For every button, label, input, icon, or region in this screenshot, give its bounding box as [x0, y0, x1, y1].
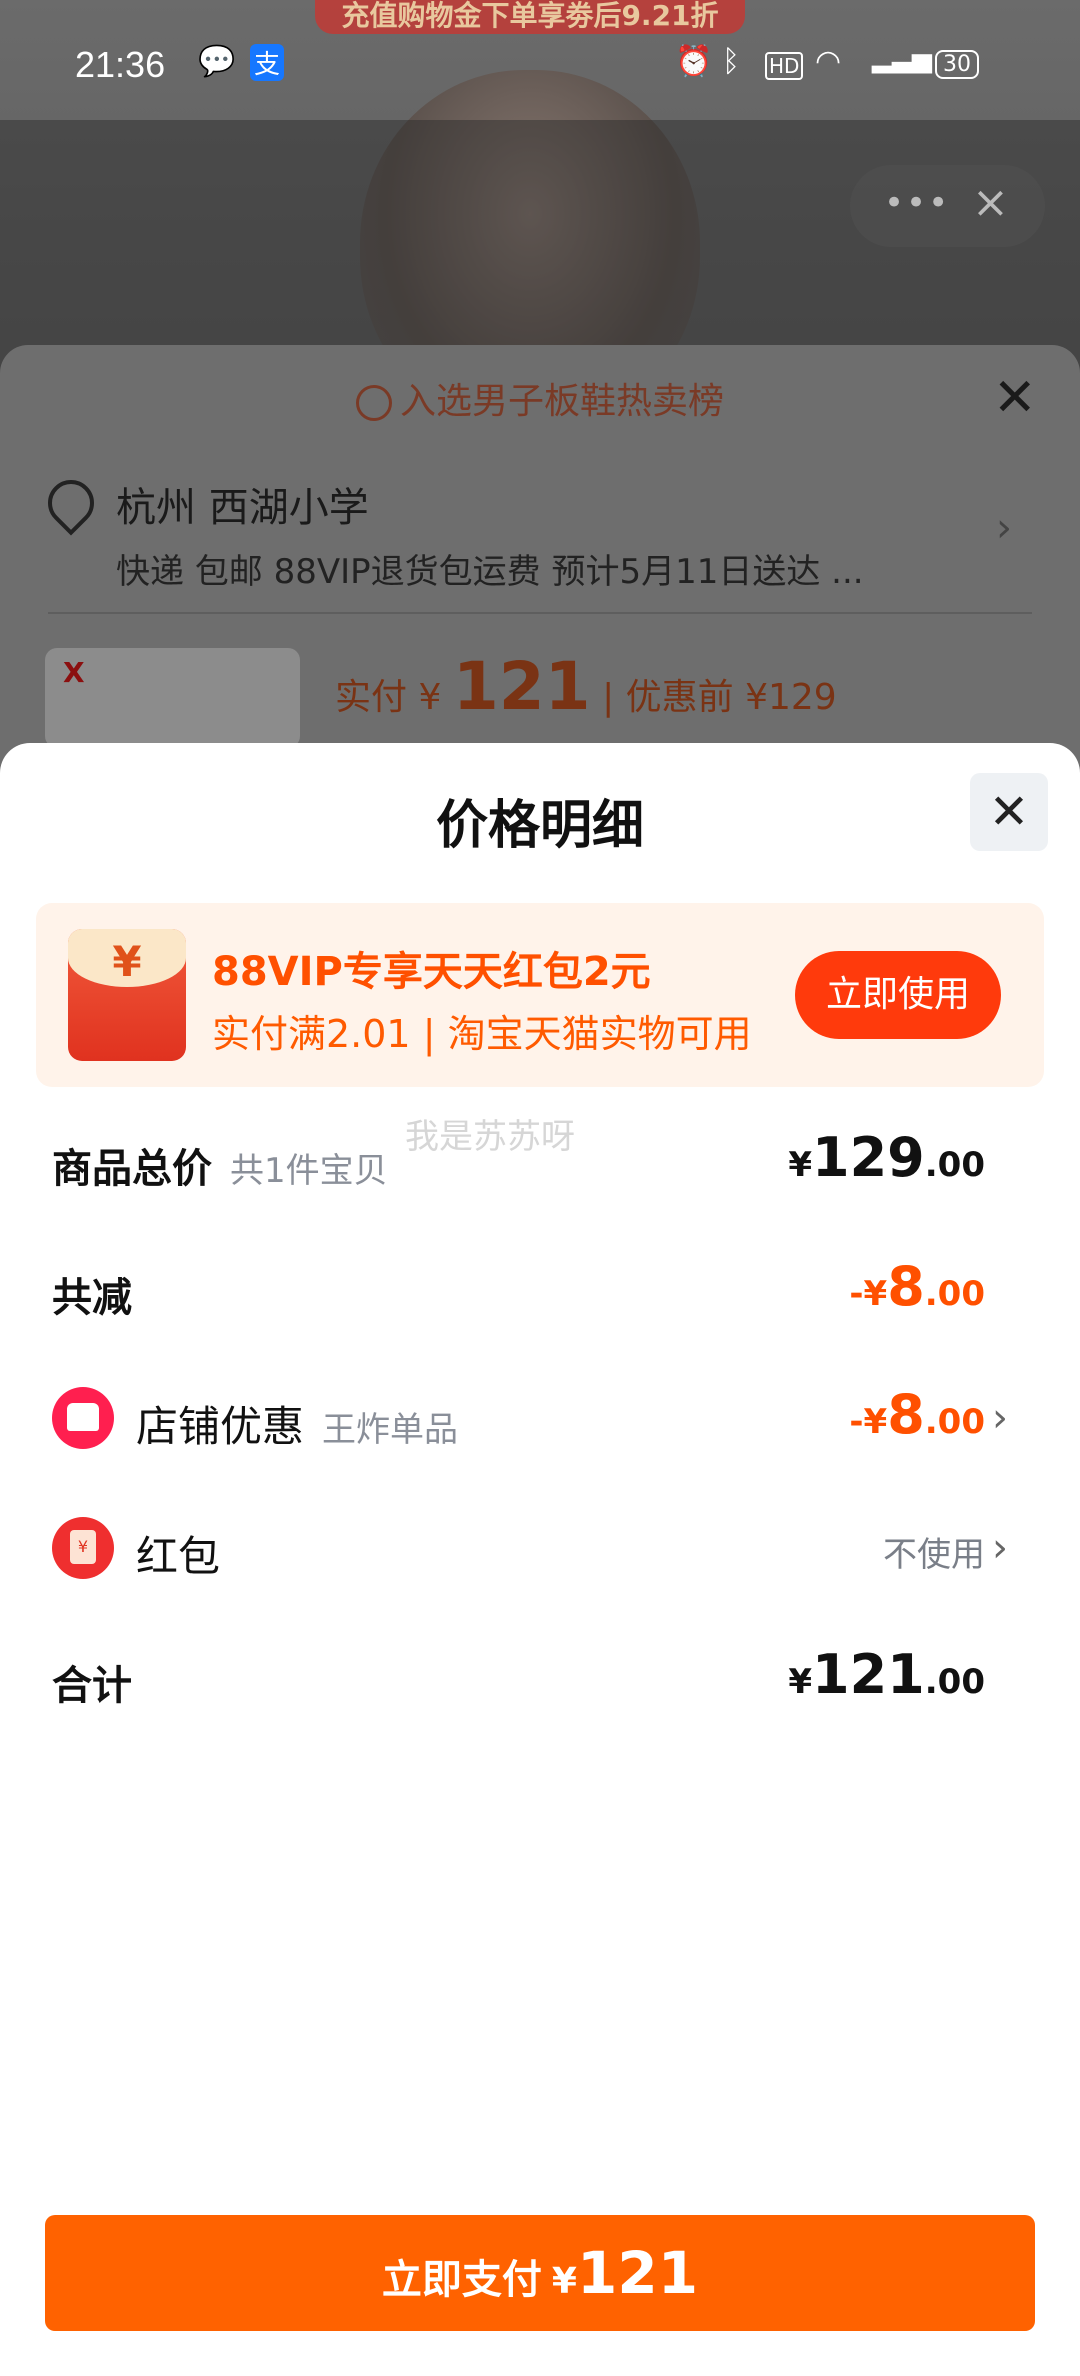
- red-packet-icon: ¥: [52, 1517, 114, 1579]
- shop-discount-amount: -¥8.00: [849, 1383, 985, 1446]
- red-packet-yen: ¥: [70, 1530, 96, 1564]
- alipay-icon: 支: [250, 44, 285, 81]
- pay-now-button[interactable]: 立即支付 ¥121: [45, 2215, 1035, 2331]
- shop-discount-label: 店铺优惠 王炸单品: [136, 1393, 458, 1454]
- shop-discount-dec: .00: [924, 1402, 985, 1442]
- paid-amount: 121: [452, 648, 591, 725]
- alarm-icon: ⏰: [675, 44, 713, 79]
- pay-now-label: 立即支付: [381, 2257, 542, 2303]
- address-title[interactable]: 杭州 西湖小学: [116, 475, 369, 533]
- use-voucher-button[interactable]: 立即使用: [795, 951, 1001, 1039]
- red-packet-row[interactable]: ¥ 红包 不使用 ›: [0, 1503, 1080, 1603]
- hot-rank-label: 入选男子板鞋热卖榜: [399, 381, 724, 422]
- reduction-amount: -¥8.00: [849, 1255, 985, 1318]
- reduction-label: 共减: [52, 1275, 132, 1321]
- voucher-subtitle: 实付满2.01 | 淘宝天猫实物可用: [212, 1012, 752, 1056]
- delivery-info[interactable]: 快递 包邮 88VIP退货包运费 预计5月11日送达 ...: [116, 544, 916, 593]
- chevron-right-icon[interactable]: ›: [996, 505, 1012, 551]
- status-bar: 21:36 💬 支 ⏰ ᛒ HD ◠ ▂▃▅ 30: [0, 0, 1080, 120]
- sum-dec: .00: [924, 1662, 985, 1702]
- shop-discount-int: 8: [887, 1383, 925, 1446]
- close-live-icon[interactable]: ×: [972, 177, 1009, 228]
- goods-total-int: 129: [812, 1126, 925, 1189]
- wechat-icon: 💬: [198, 44, 236, 79]
- total-reduction-row: 共减 -¥8.00: [0, 1245, 1080, 1345]
- brand-logo: X: [63, 656, 85, 689]
- sum-int: 121: [812, 1643, 925, 1706]
- red-envelope-icon: ¥: [68, 929, 186, 1061]
- paid-label: 实付: [335, 677, 408, 718]
- pay-now-amount: 121: [576, 2239, 699, 2307]
- bluetooth-icon: ᛒ: [722, 44, 740, 79]
- sum-row: 合计 ¥121.00: [0, 1633, 1080, 1733]
- paid-currency: ¥: [418, 677, 442, 718]
- sum-currency: ¥: [788, 1662, 813, 1702]
- reduction-currency: -¥: [849, 1274, 888, 1314]
- vip-voucher-card: ¥ 88VIP专享天天红包2元 实付满2.01 | 淘宝天猫实物可用 立即使用: [36, 903, 1044, 1087]
- battery-level: 30: [943, 52, 971, 77]
- shop-discount-label-text: 店铺优惠: [136, 1402, 305, 1451]
- goods-total-dec: .00: [924, 1145, 985, 1185]
- original-price: | 优惠前 ¥129: [602, 677, 837, 718]
- red-packet-label: 红包: [136, 1532, 221, 1581]
- status-time: 21:36: [75, 44, 166, 85]
- more-icon[interactable]: •••: [884, 183, 950, 223]
- shop-discount-currency: -¥: [849, 1402, 888, 1442]
- hot-rank-badge: 入选男子板鞋热卖榜: [0, 372, 1080, 424]
- sum-label: 合计: [52, 1663, 132, 1709]
- divider: [48, 612, 1032, 614]
- goods-total-amount: ¥129.00: [788, 1126, 985, 1189]
- wifi-icon: ◠: [815, 44, 842, 79]
- sum-amount: ¥121.00: [788, 1643, 985, 1706]
- close-sheet-button[interactable]: ✕: [970, 773, 1048, 851]
- goods-total-label-text: 商品总价: [52, 1146, 212, 1192]
- chevron-right-icon[interactable]: ›: [992, 1395, 1008, 1441]
- shop-awning: [67, 1403, 99, 1431]
- voucher-title: 88VIP专享天天红包2元: [212, 949, 651, 995]
- goods-total-row: 商品总价 共1件宝贝 ¥129.00: [0, 1116, 1080, 1216]
- paid-summary: 实付 ¥ 121 | 优惠前 ¥129: [335, 648, 837, 725]
- pay-now-currency: ¥: [551, 2261, 577, 2302]
- live-control-pill: ••• ×: [850, 165, 1045, 247]
- goods-total-currency: ¥: [788, 1145, 813, 1185]
- red-packet-value: 不使用: [883, 1535, 985, 1575]
- hd-icon: HD: [765, 52, 804, 80]
- close-order-icon[interactable]: ✕: [993, 368, 1037, 428]
- reduction-int: 8: [887, 1255, 925, 1318]
- yen-icon: ¥: [112, 937, 142, 986]
- reduction-dec: .00: [924, 1274, 985, 1314]
- goods-total-label: 商品总价 共1件宝贝: [52, 1136, 388, 1194]
- price-detail-sheet: 价格明细 ✕ ¥ 88VIP专享天天红包2元 实付满2.01 | 淘宝天猫实物可…: [0, 743, 1080, 2376]
- chevron-right-icon[interactable]: ›: [992, 1525, 1008, 1571]
- goods-count: 共1件宝贝: [230, 1151, 388, 1191]
- shop-discount-sub: 王炸单品: [322, 1410, 459, 1450]
- sheet-title: 价格明细: [435, 796, 644, 856]
- shop-discount-row[interactable]: 店铺优惠 王炸单品 -¥8.00 ›: [0, 1373, 1080, 1473]
- battery-icon: 30: [935, 50, 979, 79]
- shop-icon: [52, 1387, 114, 1449]
- signal-5g-icon: ▂▃▅: [872, 44, 932, 74]
- product-thumbnail: X: [45, 648, 300, 748]
- medal-icon: [355, 385, 392, 421]
